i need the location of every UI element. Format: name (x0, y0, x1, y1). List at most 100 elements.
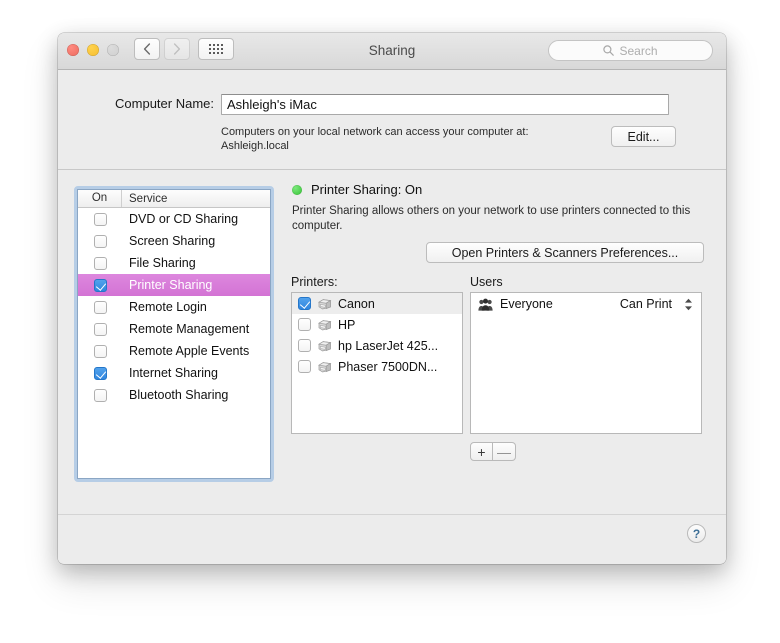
search-input[interactable]: Search (548, 40, 713, 61)
printer-name-label: hp LaserJet 425... (338, 339, 438, 353)
printer-icon (317, 339, 332, 353)
printers-rows: Canon HP hp LaserJet 425... Phaser 7500DN..… (292, 293, 462, 377)
computer-name-label: Computer Name: (58, 94, 221, 114)
printer-name-label: HP (338, 318, 355, 332)
users-list[interactable]: Everyone Can Print (470, 292, 702, 434)
network-hint: Computers on your local network can acce… (221, 125, 529, 153)
window-titlebar: Sharing Search (58, 33, 726, 70)
checkbox-unchecked-icon[interactable] (94, 213, 107, 226)
user-row[interactable]: Everyone Can Print (471, 293, 701, 315)
printer-icon-wrapper (317, 339, 332, 353)
service-detail-panel: Printer Sharing: On Printer Sharing allo… (286, 170, 710, 563)
checkbox-checked-icon[interactable] (94, 367, 107, 380)
service-name-label: Printer Sharing (122, 278, 212, 292)
checkbox-unchecked-icon[interactable] (298, 360, 311, 373)
checkbox-unchecked-icon[interactable] (94, 301, 107, 314)
service-name-label: Screen Sharing (122, 234, 215, 248)
open-printers-scanners-preferences-button[interactable]: Open Printers & Scanners Preferences... (426, 242, 704, 263)
permission-stepper[interactable] (684, 298, 693, 311)
user-permission-value[interactable]: Can Print (620, 297, 672, 311)
network-hint-line2: Ashleigh.local (221, 139, 529, 153)
service-name-label: Remote Management (122, 322, 249, 336)
printer-icon (317, 318, 332, 332)
service-enable-cell (78, 213, 122, 226)
services-list-header: On Service (78, 190, 270, 208)
edit-button[interactable]: Edit... (611, 126, 676, 147)
printer-icon-wrapper (317, 318, 332, 332)
status-text: Printer Sharing: On (311, 182, 422, 197)
service-row[interactable]: File Sharing (78, 252, 270, 274)
service-row[interactable]: DVD or CD Sharing (78, 208, 270, 230)
services-rows: DVD or CD Sharing Screen Sharing File Shar… (78, 208, 270, 406)
checkbox-checked-icon[interactable] (94, 279, 107, 292)
computer-name-row: Computer Name: Ashleigh's iMac (58, 94, 726, 115)
search-icon (603, 45, 614, 56)
checkbox-unchecked-icon[interactable] (94, 257, 107, 270)
users-rows: Everyone Can Print (471, 293, 701, 315)
printer-row[interactable]: hp LaserJet 425... (292, 335, 462, 356)
computer-name-pane: Computer Name: Ashleigh's iMac Computers… (58, 70, 726, 170)
services-list[interactable]: On Service DVD or CD Sharing Screen Shari… (77, 189, 271, 479)
service-row[interactable]: Screen Sharing (78, 230, 270, 252)
users-label: Users (470, 275, 503, 289)
green-status-dot (292, 185, 302, 195)
service-row[interactable]: Internet Sharing (78, 362, 270, 384)
services-list-focus-ring: On Service DVD or CD Sharing Screen Shari… (74, 186, 274, 482)
up-down-stepper-icon (684, 298, 693, 311)
column-header-on: On (78, 190, 122, 207)
checkbox-unchecked-icon[interactable] (94, 345, 107, 358)
service-name-label: Bluetooth Sharing (122, 388, 228, 402)
add-user-button[interactable]: + (470, 442, 493, 461)
checkbox-unchecked-icon[interactable] (94, 389, 107, 402)
printer-row[interactable]: Canon (292, 293, 462, 314)
computer-name-field[interactable]: Ashleigh's iMac (221, 94, 669, 115)
search-placeholder: Search (619, 44, 657, 58)
user-name-label: Everyone (500, 297, 613, 311)
network-hint-line1: Computers on your local network can acce… (221, 125, 529, 139)
service-row[interactable]: Bluetooth Sharing (78, 384, 270, 406)
printer-icon-wrapper (317, 360, 332, 374)
service-enable-cell (78, 345, 122, 358)
service-enable-cell (78, 301, 122, 314)
service-name-label: Internet Sharing (122, 366, 218, 380)
service-row[interactable]: Printer Sharing (78, 274, 270, 296)
checkbox-unchecked-icon[interactable] (94, 323, 107, 336)
remove-user-button[interactable]: — (493, 442, 516, 461)
printer-name-label: Phaser 7500DN... (338, 360, 437, 374)
users-add-remove-group: + — (470, 442, 516, 461)
service-name-label: Remote Apple Events (122, 344, 249, 358)
printers-list[interactable]: Canon HP hp LaserJet 425... Phaser 7500DN..… (291, 292, 463, 434)
help-button[interactable]: ? (687, 524, 706, 543)
service-status: Printer Sharing: On (292, 182, 422, 197)
service-name-label: Remote Login (122, 300, 207, 314)
window-footer: ? (58, 514, 726, 563)
printer-name-label: Canon (338, 297, 375, 311)
checkbox-unchecked-icon[interactable] (298, 339, 311, 352)
checkbox-unchecked-icon[interactable] (94, 235, 107, 248)
checkbox-checked-icon[interactable] (298, 297, 311, 310)
sharing-body: On Service DVD or CD Sharing Screen Shari… (58, 170, 726, 563)
service-enable-cell (78, 323, 122, 336)
printer-icon (317, 360, 332, 374)
sharing-preferences-window: Sharing Search Computer Name: Ashleigh's… (58, 33, 726, 564)
service-enable-cell (78, 367, 122, 380)
printer-icon-wrapper (317, 297, 332, 311)
service-enable-cell (78, 389, 122, 402)
service-description: Printer Sharing allows others on your ne… (292, 204, 692, 234)
group-icon-wrapper (478, 298, 493, 311)
printer-row[interactable]: HP (292, 314, 462, 335)
printers-label: Printers: (291, 275, 338, 289)
checkbox-unchecked-icon[interactable] (298, 318, 311, 331)
service-enable-cell (78, 279, 122, 292)
group-of-people-icon (478, 298, 493, 311)
printer-icon (317, 297, 332, 311)
service-row[interactable]: Remote Apple Events (78, 340, 270, 362)
service-row[interactable]: Remote Management (78, 318, 270, 340)
service-name-label: DVD or CD Sharing (122, 212, 238, 226)
service-enable-cell (78, 235, 122, 248)
printer-row[interactable]: Phaser 7500DN... (292, 356, 462, 377)
column-header-service: Service (122, 193, 167, 205)
service-name-label: File Sharing (122, 256, 196, 270)
service-enable-cell (78, 257, 122, 270)
service-row[interactable]: Remote Login (78, 296, 270, 318)
